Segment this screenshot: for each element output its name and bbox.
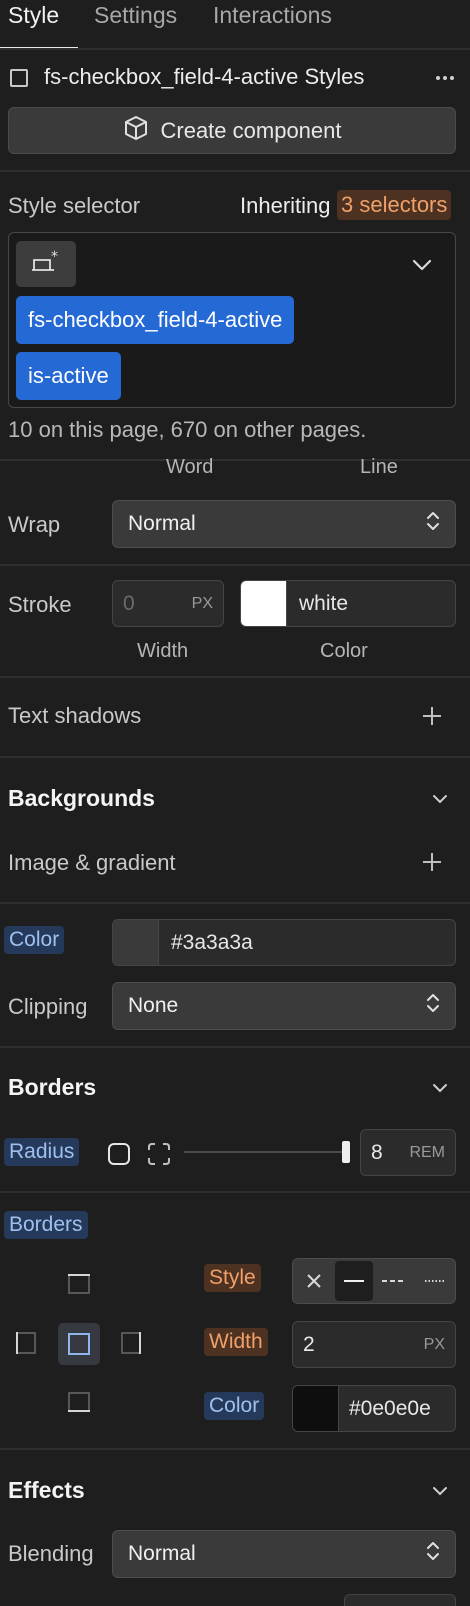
radius-label: Radius bbox=[4, 1138, 80, 1166]
backgrounds-section-title[interactable]: Backgrounds bbox=[8, 785, 155, 812]
wrap-select[interactable]: Normal bbox=[112, 500, 456, 548]
stroke-width-input[interactable]: 0 PX bbox=[112, 580, 224, 627]
border-color-swatch[interactable] bbox=[293, 1386, 339, 1431]
svg-text:*: * bbox=[51, 250, 58, 265]
create-component-button[interactable]: Create component bbox=[8, 107, 456, 154]
border-style-label: Style bbox=[204, 1264, 261, 1292]
divider bbox=[0, 902, 470, 904]
border-bottom-icon[interactable] bbox=[59, 1383, 99, 1423]
inheriting-selectors-badge[interactable]: 3 selectors bbox=[337, 190, 452, 220]
divider bbox=[0, 48, 470, 50]
create-component-label: Create component bbox=[160, 117, 342, 143]
ellipsis-icon[interactable] bbox=[432, 64, 462, 90]
style-selector-label: Style selector bbox=[8, 193, 141, 218]
background-color-swatch[interactable] bbox=[113, 920, 159, 965]
tab-settings[interactable]: Settings bbox=[94, 0, 177, 32]
clipping-label: Clipping bbox=[8, 994, 88, 1019]
stroke-width-caption: Width bbox=[137, 640, 189, 662]
selector-usage-text: 10 on this page, 670 on other pages. bbox=[8, 417, 367, 442]
text-shadows-label: Text shadows bbox=[8, 703, 142, 728]
radius-value: 8 bbox=[371, 1140, 383, 1164]
stroke-color-value: white bbox=[299, 591, 349, 615]
element-styles-title: fs-checkbox_field-4-active Styles bbox=[44, 64, 365, 89]
divider bbox=[0, 756, 470, 758]
stroke-label: Stroke bbox=[8, 592, 72, 617]
borders-section-title[interactable]: Borders bbox=[8, 1074, 96, 1101]
cube-icon bbox=[123, 115, 149, 147]
radius-slider-track[interactable] bbox=[184, 1151, 350, 1153]
word-caption: Word bbox=[166, 456, 214, 478]
border-color-label: Color bbox=[204, 1392, 265, 1420]
clipping-select[interactable]: None bbox=[112, 982, 456, 1030]
wrap-value: Normal bbox=[128, 512, 196, 535]
chevron-down-icon[interactable] bbox=[430, 790, 450, 808]
border-style-dotted-icon[interactable] bbox=[415, 1259, 455, 1303]
background-color-label: Color bbox=[4, 926, 65, 954]
select-arrows-icon bbox=[425, 1539, 441, 1569]
tab-interactions[interactable]: Interactions bbox=[213, 0, 332, 32]
radius-value-input[interactable]: 8 REM bbox=[360, 1129, 456, 1176]
stroke-color-swatch[interactable] bbox=[241, 581, 287, 626]
selector-chip-combo[interactable]: is-active bbox=[16, 352, 121, 400]
tab-style[interactable]: Style bbox=[8, 0, 59, 32]
divider bbox=[0, 1448, 470, 1450]
add-image-gradient-icon[interactable] bbox=[420, 850, 444, 874]
stroke-width-unit: PX bbox=[191, 594, 213, 612]
chevron-down-icon[interactable] bbox=[430, 1482, 450, 1500]
border-width-value: 2 bbox=[303, 1332, 315, 1356]
radius-unit: REM bbox=[409, 1143, 445, 1161]
borders-sub-label: Borders bbox=[4, 1211, 88, 1239]
blending-select[interactable]: Normal bbox=[112, 1530, 456, 1578]
background-color-input[interactable]: #3a3a3a bbox=[112, 919, 456, 966]
border-all-sides-icon[interactable] bbox=[58, 1323, 100, 1365]
blending-value: Normal bbox=[128, 1542, 196, 1565]
next-field-partial[interactable] bbox=[344, 1594, 456, 1606]
border-color-value: #0e0e0e bbox=[349, 1396, 431, 1420]
divider bbox=[0, 1191, 470, 1193]
image-gradient-label: Image & gradient bbox=[8, 850, 176, 875]
stroke-color-input[interactable]: white bbox=[240, 580, 456, 627]
border-right-icon[interactable] bbox=[112, 1323, 152, 1363]
add-text-shadow-icon[interactable] bbox=[420, 704, 444, 728]
effects-section-title[interactable]: Effects bbox=[8, 1477, 85, 1504]
wrap-label: Wrap bbox=[8, 512, 61, 537]
border-left-icon[interactable] bbox=[5, 1323, 45, 1363]
divider bbox=[0, 459, 470, 461]
stroke-color-caption: Color bbox=[320, 640, 368, 662]
blending-label: Blending bbox=[8, 1541, 94, 1566]
select-arrows-icon bbox=[425, 991, 441, 1021]
element-checkbox-icon bbox=[10, 69, 28, 87]
select-arrows-icon bbox=[425, 509, 441, 539]
border-style-none-icon[interactable] bbox=[293, 1259, 335, 1303]
radius-slider-thumb[interactable] bbox=[342, 1141, 350, 1163]
divider bbox=[0, 564, 470, 566]
border-style-dashed-icon[interactable] bbox=[373, 1259, 415, 1303]
background-color-value: #3a3a3a bbox=[171, 930, 253, 954]
selector-type-button[interactable]: * bbox=[16, 241, 76, 287]
border-style-solid-icon[interactable] bbox=[335, 1261, 373, 1301]
divider bbox=[0, 1046, 470, 1048]
radius-individual-corners-icon[interactable] bbox=[146, 1141, 172, 1167]
stroke-width-placeholder: 0 bbox=[123, 591, 135, 615]
divider bbox=[0, 170, 470, 172]
inheriting-label: Inheriting bbox=[240, 193, 331, 218]
border-width-input[interactable]: 2 PX bbox=[292, 1321, 456, 1368]
divider bbox=[0, 676, 470, 678]
element-state-icon: * bbox=[30, 249, 62, 279]
border-style-segmented[interactable] bbox=[292, 1258, 456, 1304]
chevron-down-icon[interactable] bbox=[410, 255, 434, 275]
clipping-value: None bbox=[128, 994, 179, 1017]
border-top-icon[interactable] bbox=[59, 1263, 99, 1303]
border-width-unit: PX bbox=[423, 1335, 445, 1353]
border-width-label: Width bbox=[204, 1328, 268, 1356]
line-caption: Line bbox=[360, 456, 398, 478]
border-color-input[interactable]: #0e0e0e bbox=[292, 1385, 456, 1432]
selector-chip-class[interactable]: fs-checkbox_field-4-active bbox=[16, 296, 295, 344]
chevron-down-icon[interactable] bbox=[430, 1079, 450, 1097]
radius-all-corners-icon[interactable] bbox=[106, 1141, 132, 1167]
